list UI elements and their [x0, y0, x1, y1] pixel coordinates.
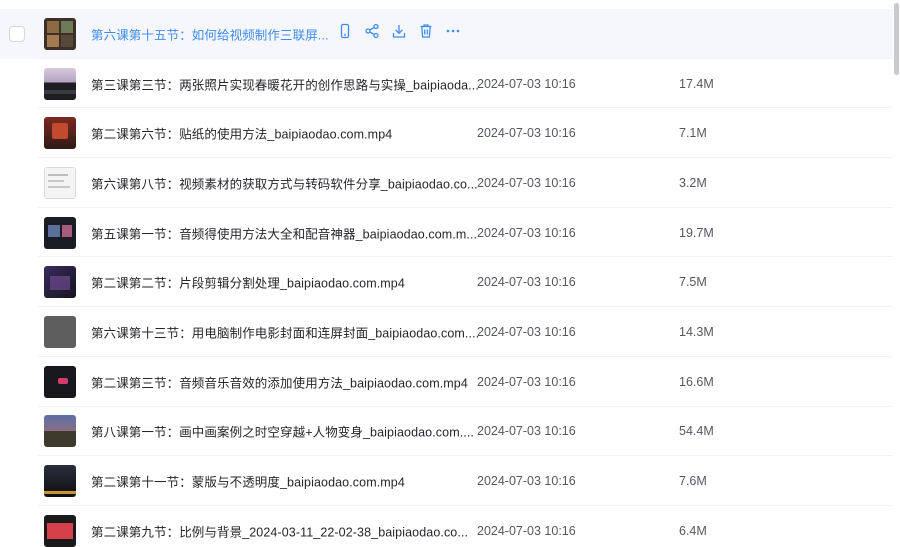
open-on-phone-button[interactable] [336, 23, 354, 44]
file-row[interactable]: 第二课第六节：贴纸的使用方法_baipiaodao.com.mp4 2024-07… [0, 108, 893, 159]
delete-button[interactable] [417, 23, 435, 44]
file-size: 3.2M [679, 175, 707, 190]
file-name[interactable]: 第五课第一节：音频得使用方法大全和配音神器_baipiaodao.com.m..… [91, 223, 477, 242]
file-row[interactable]: 第六课第十五节：如何给视频制作三联屏... [0, 9, 893, 59]
video-thumbnail-icon[interactable] [44, 315, 76, 348]
file-name[interactable]: 第八课第一节：画中画案例之时空穿越+人物变身_baipiaodao.com...… [91, 422, 474, 441]
file-name[interactable]: 第二课第二节：片段剪辑分割处理_baipiaodao.com.mp4 [91, 273, 405, 292]
video-thumbnail-icon[interactable] [44, 67, 76, 100]
scrollbar-thumb[interactable] [894, 3, 899, 75]
file-row[interactable]: 第二课第十一节：蒙版与不透明度_baipiaodao.com.mp4 2024-0… [0, 456, 893, 506]
file-row[interactable]: 第六课第八节：视频素材的获取方式与转码软件分享_baipiaodao.co...… [0, 158, 893, 208]
file-name[interactable]: 第二课第三节：音频音乐音效的添加使用方法_baipiaodao.com.mp4 [91, 372, 468, 391]
file-size: 7.1M [679, 126, 707, 141]
file-name[interactable]: 第二课第九节：比例与背景_2024-03-11_22-02-38_baipiao… [91, 521, 468, 540]
file-name[interactable]: 第六课第十五节：如何给视频制作三联屏... [91, 24, 329, 43]
more-icon [445, 23, 461, 44]
delete-icon [418, 23, 434, 44]
file-date: 2024-07-03 10:16 [477, 126, 576, 141]
row-checkbox[interactable] [9, 25, 25, 42]
video-thumbnail-icon[interactable] [44, 365, 76, 398]
video-thumbnail-icon[interactable] [44, 514, 76, 547]
file-size: 19.7M [679, 225, 714, 240]
file-size: 54.4M [679, 424, 714, 439]
video-thumbnail-icon[interactable] [44, 17, 76, 50]
row-actions [336, 23, 462, 44]
file-size: 17.4M [679, 76, 714, 91]
file-date: 2024-07-03 10:16 [477, 374, 576, 389]
file-size: 7.6M [679, 474, 707, 489]
file-date: 2024-07-03 10:16 [477, 324, 576, 339]
file-row[interactable]: 第二课第三节：音频音乐音效的添加使用方法_baipiaodao.com.mp4 2… [0, 357, 893, 407]
file-row[interactable]: 第三课第三节：两张照片实现春暖花开的创作思路与实操_baipiaoda... 20… [0, 59, 893, 109]
file-name[interactable]: 第二课第十一节：蒙版与不透明度_baipiaodao.com.mp4 [91, 472, 405, 491]
file-size: 14.3M [679, 324, 714, 339]
file-name[interactable]: 第六课第十三节：用电脑制作电影封面和连屏封面_baipiaodao.com...… [91, 322, 479, 341]
scrollbar[interactable] [893, 0, 899, 547]
file-list: 第六课第十五节：如何给视频制作三联屏... 第三课第三节：两张照片实现春暖花开的创… [0, 9, 893, 547]
file-row[interactable]: 第五课第一节：音频得使用方法大全和配音神器_baipiaodao.com.m..… [0, 208, 893, 258]
file-size: 7.5M [679, 275, 707, 290]
file-size: 16.6M [679, 374, 714, 389]
download-button[interactable] [390, 25, 408, 43]
more-button[interactable] [444, 25, 462, 43]
video-thumbnail-icon[interactable] [44, 415, 76, 448]
share-button[interactable] [363, 23, 381, 44]
file-date: 2024-07-03 10:16 [477, 76, 576, 91]
video-thumbnail-icon[interactable] [44, 117, 76, 150]
video-thumbnail-icon[interactable] [44, 216, 76, 249]
video-thumbnail-icon[interactable] [44, 465, 76, 498]
phone-icon [337, 23, 353, 44]
file-date: 2024-07-03 10:16 [477, 225, 576, 240]
file-row[interactable]: 第二课第九节：比例与背景_2024-03-11_22-02-38_baipiao… [0, 506, 893, 547]
file-size: 6.4M [679, 523, 707, 538]
file-date: 2024-07-03 10:16 [477, 275, 576, 290]
file-row[interactable]: 第六课第十三节：用电脑制作电影封面和连屏封面_baipiaodao.com...… [0, 307, 893, 357]
download-icon [391, 23, 407, 44]
file-date: 2024-07-03 10:16 [477, 523, 576, 538]
file-date: 2024-07-03 10:16 [477, 424, 576, 439]
file-date: 2024-07-03 10:16 [477, 474, 576, 489]
video-thumbnail-icon[interactable] [44, 266, 76, 299]
share-icon [364, 23, 380, 44]
file-row[interactable]: 第二课第二节：片段剪辑分割处理_baipiaodao.com.mp4 2024-0… [0, 257, 893, 308]
video-thumbnail-icon[interactable] [44, 166, 76, 199]
file-date: 2024-07-03 10:16 [477, 175, 576, 190]
file-name[interactable]: 第六课第八节：视频素材的获取方式与转码软件分享_baipiaodao.co... [91, 173, 478, 192]
file-row[interactable]: 第八课第一节：画中画案例之时空穿越+人物变身_baipiaodao.com...… [0, 407, 893, 457]
file-name[interactable]: 第二课第六节：贴纸的使用方法_baipiaodao.com.mp4 [91, 124, 392, 143]
file-name[interactable]: 第三课第三节：两张照片实现春暖花开的创作思路与实操_baipiaoda... [91, 74, 479, 93]
